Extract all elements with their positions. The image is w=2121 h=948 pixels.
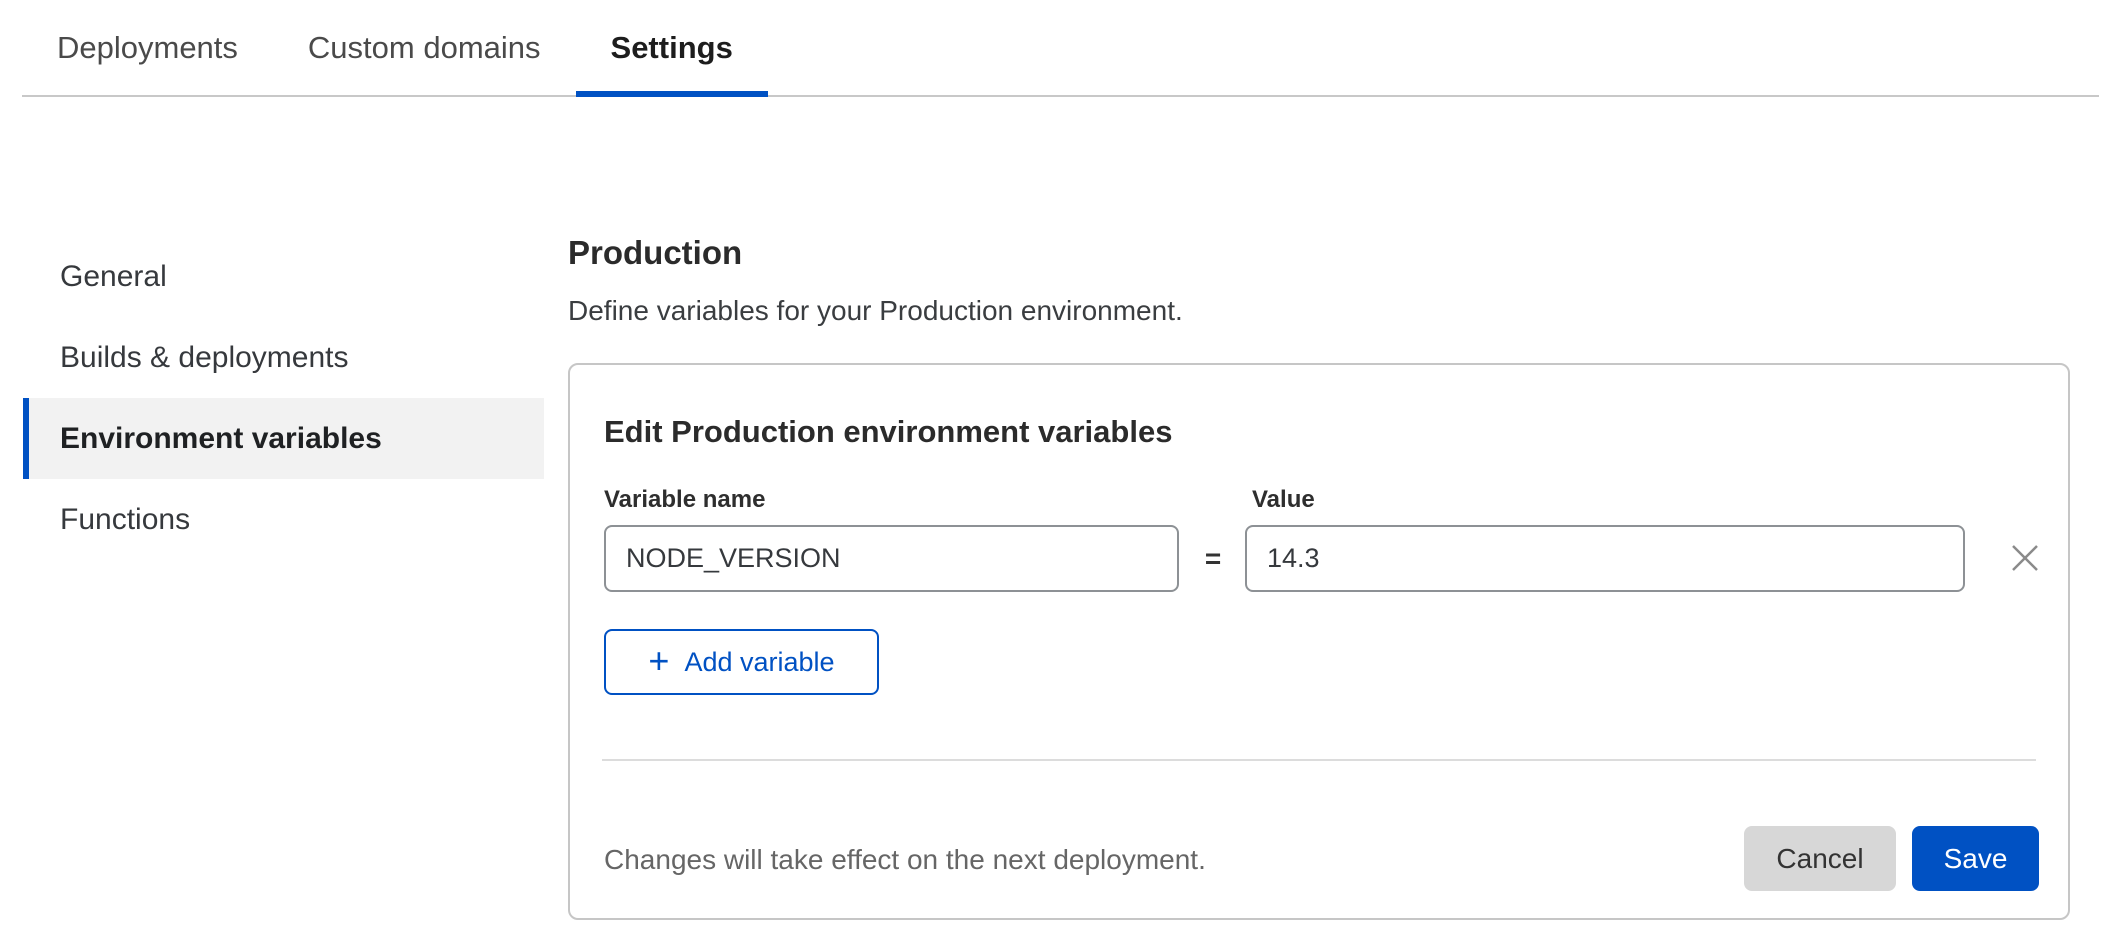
- settings-sidebar: General Builds & deployments Environment…: [23, 236, 544, 560]
- tab-deployments[interactable]: Deployments: [22, 0, 273, 95]
- variable-name-input[interactable]: [604, 525, 1179, 592]
- card-title: Edit Production environment variables: [604, 415, 1172, 449]
- page-title: Production: [568, 236, 2070, 270]
- add-variable-button[interactable]: + Add variable: [604, 629, 879, 695]
- x-icon: [2010, 543, 2040, 576]
- add-variable-label: Add variable: [684, 647, 834, 678]
- environment-variables-settings-page: Deployments Custom domains Settings Gene…: [0, 0, 2121, 948]
- value-label: Value: [1252, 487, 1315, 513]
- sidebar-item-functions[interactable]: Functions: [23, 479, 544, 560]
- plus-icon: +: [648, 643, 669, 679]
- variable-value-input[interactable]: [1245, 525, 1965, 592]
- card-divider: [602, 759, 2036, 761]
- sidebar-item-general[interactable]: General: [23, 236, 544, 317]
- page-description: Define variables for your Production env…: [568, 296, 2070, 326]
- main-section-header: Production Define variables for your Pro…: [568, 236, 2070, 326]
- footer-note: Changes will take effect on the next dep…: [604, 844, 1206, 875]
- project-tab-bar: Deployments Custom domains Settings: [22, 0, 2099, 97]
- cancel-button[interactable]: Cancel: [1744, 826, 1896, 891]
- save-button[interactable]: Save: [1912, 826, 2039, 891]
- remove-variable-button[interactable]: [2006, 540, 2044, 578]
- variable-name-label: Variable name: [604, 487, 765, 513]
- edit-environment-variables-card: Edit Production environment variables Va…: [568, 363, 2070, 920]
- tab-custom-domains[interactable]: Custom domains: [273, 0, 576, 95]
- sidebar-item-environment-variables[interactable]: Environment variables: [23, 398, 544, 479]
- sidebar-item-builds-deployments[interactable]: Builds & deployments: [23, 317, 544, 398]
- equals-sign: =: [1195, 525, 1231, 592]
- tab-settings[interactable]: Settings: [576, 0, 768, 95]
